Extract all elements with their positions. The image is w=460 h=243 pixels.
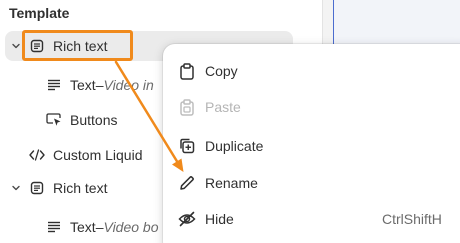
tree-item-subtitle: Video in — [103, 77, 154, 93]
duplicate-icon — [178, 137, 196, 155]
tree-item-text[interactable]: Text – Video in — [46, 77, 154, 93]
section-icon — [29, 180, 45, 196]
tree-item-label: Rich text — [53, 180, 108, 196]
menu-item-label: Copy — [205, 63, 238, 79]
tree-item-subtitle: Video bo — [103, 219, 159, 235]
highlight-annotation-box — [22, 30, 133, 61]
tree-item-label: Text — [70, 77, 96, 93]
template-heading: Template — [9, 5, 70, 21]
menu-item-label: Hide — [205, 211, 234, 227]
paste-icon — [178, 98, 196, 116]
menu-item-label: Duplicate — [205, 138, 264, 154]
chevron-down-icon[interactable] — [9, 39, 23, 53]
context-menu: Copy Paste Duplicate Rename Hide CtrlShi… — [163, 44, 460, 243]
tree-item-text[interactable]: Text – Video bo — [46, 219, 159, 235]
tree-item-separator: – — [95, 219, 104, 235]
menu-item-label: Rename — [205, 175, 258, 191]
eye-off-icon — [178, 210, 196, 228]
menu-item-rename[interactable]: Rename — [163, 168, 460, 198]
tree-item-label: Buttons — [70, 112, 118, 128]
keyboard-shortcut: CtrlShiftH — [382, 211, 442, 227]
text-lines-icon — [46, 219, 62, 235]
clipboard-icon — [178, 62, 196, 80]
text-lines-icon — [46, 77, 62, 93]
chevron-down-icon[interactable] — [9, 181, 23, 195]
menu-item-label: Paste — [205, 99, 241, 115]
menu-item-hide[interactable]: Hide CtrlShiftH — [163, 204, 460, 234]
tree-item-label: Custom Liquid — [53, 147, 143, 163]
preview-canvas[interactable] — [333, 0, 460, 48]
pencil-icon — [178, 174, 196, 192]
tree-item-custom-liquid[interactable]: Custom Liquid — [29, 147, 143, 163]
tree-item-rich-text[interactable]: Rich text — [9, 180, 107, 196]
menu-item-paste[interactable]: Paste — [163, 92, 460, 122]
menu-item-duplicate[interactable]: Duplicate — [163, 131, 460, 161]
tree-item-buttons[interactable]: Buttons — [46, 112, 117, 128]
button-cursor-icon — [46, 112, 62, 128]
tree-item-separator: – — [95, 77, 104, 93]
code-icon — [29, 147, 45, 163]
tree-item-label: Text — [70, 219, 96, 235]
menu-item-copy[interactable]: Copy — [163, 56, 460, 86]
